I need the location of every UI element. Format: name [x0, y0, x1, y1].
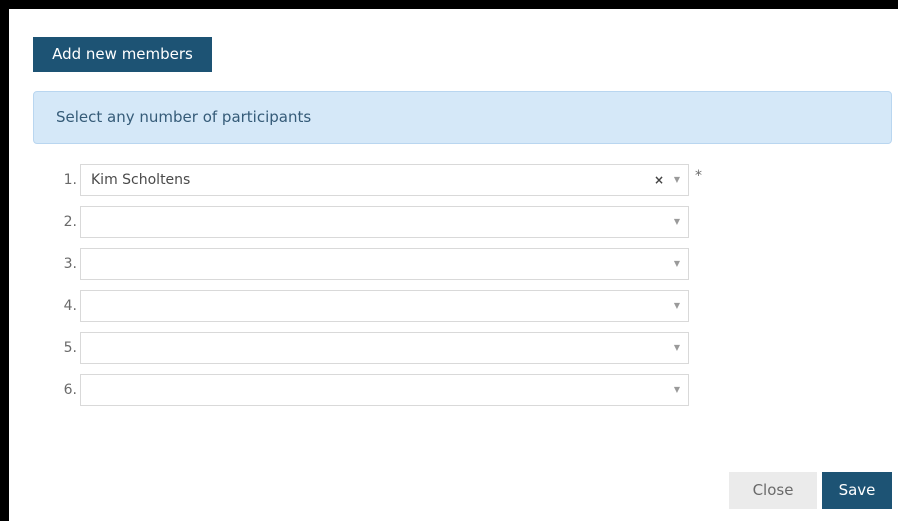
- participant-row-3: 3. ▼: [9, 248, 729, 280]
- add-members-dialog: Add new members Select any number of par…: [9, 9, 898, 521]
- chevron-down-icon[interactable]: ▼: [674, 375, 680, 405]
- row-number: 3.: [63, 256, 77, 272]
- row-number: 5.: [63, 340, 77, 356]
- chevron-down-icon[interactable]: ▼: [674, 207, 680, 237]
- participant-row-1: 1. Kim Scholtens × ▼ *: [9, 164, 729, 196]
- close-button[interactable]: Close: [729, 472, 817, 509]
- chevron-down-icon[interactable]: ▼: [674, 165, 680, 195]
- participant-select-5[interactable]: ▼: [80, 332, 689, 364]
- participant-select-3[interactable]: ▼: [80, 248, 689, 280]
- row-number: 4.: [63, 298, 77, 314]
- participant-select-2[interactable]: ▼: [80, 206, 689, 238]
- participant-row-4: 4. ▼: [9, 290, 729, 322]
- row-number: 1.: [63, 172, 77, 188]
- select-value: Kim Scholtens: [91, 172, 191, 188]
- participant-select-6[interactable]: ▼: [80, 374, 689, 406]
- add-new-members-button[interactable]: Add new members: [33, 37, 212, 72]
- required-marker: *: [695, 168, 702, 184]
- participant-row-6: 6. ▼: [9, 374, 729, 406]
- participant-select-4[interactable]: ▼: [80, 290, 689, 322]
- row-number: 2.: [63, 214, 77, 230]
- row-number: 6.: [63, 382, 77, 398]
- participant-row-5: 5. ▼: [9, 332, 729, 364]
- participants-info-box: Select any number of participants: [33, 91, 892, 144]
- participant-select-1[interactable]: Kim Scholtens × ▼: [80, 164, 689, 196]
- clear-icon[interactable]: ×: [654, 165, 664, 195]
- participant-row-2: 2. ▼: [9, 206, 729, 238]
- save-button[interactable]: Save: [822, 472, 892, 509]
- chevron-down-icon[interactable]: ▼: [674, 333, 680, 363]
- chevron-down-icon[interactable]: ▼: [674, 249, 680, 279]
- info-text: Select any number of participants: [56, 108, 312, 126]
- chevron-down-icon[interactable]: ▼: [674, 291, 680, 321]
